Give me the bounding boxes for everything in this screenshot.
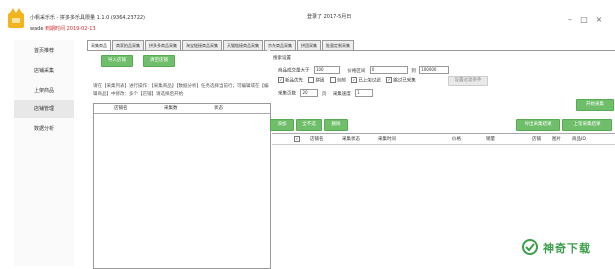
- filter-checkbox-row: ✓ 新品优先 拼团 包邮 ✓ 已上架过滤 ✓ 跳过已采集: [278, 77, 416, 84]
- listed-filter-checkbox[interactable]: ✓: [351, 77, 358, 83]
- col-image[interactable]: 图片: [552, 136, 561, 142]
- col-collect-state[interactable]: 采集状态: [342, 136, 360, 142]
- maximize-button[interactable]: □: [578, 14, 590, 26]
- title-bar: 小帆采乐乐 - 拼多多乐具限量 1.1.0 (9364.23722) wade …: [0, 0, 615, 38]
- group-checkbox[interactable]: [308, 77, 315, 83]
- listed-filter-label: 已上架过滤: [358, 78, 381, 84]
- skip-collected-label: 跳过已采集: [393, 78, 416, 84]
- price-min-input[interactable]: 0: [369, 66, 408, 74]
- sales-filter-row: 商品成交量大于 100 价格区间 0 到 100000: [278, 66, 450, 74]
- watermark-icon: [522, 239, 538, 255]
- col-collect-time[interactable]: 采集时间: [378, 136, 396, 142]
- export-results-button[interactable]: 导出采集结果: [516, 119, 560, 131]
- col-shop-name[interactable]: 店铺名: [114, 105, 128, 111]
- main-panel: 采集商品 商家拍品采集 拼多多商品采集 淘宝链接商品采集 天猫链接商品采集 京东…: [87, 40, 615, 269]
- new-first-label: 新品优先: [285, 78, 303, 84]
- new-first-checkbox[interactable]: ✓: [278, 77, 284, 83]
- col-shop[interactable]: 店铺名: [310, 136, 324, 142]
- col-collect-count[interactable]: 采集数: [164, 105, 178, 111]
- speed-label: 采集速度: [332, 91, 351, 97]
- sidebar-item-data-analysis[interactable]: 数据分析: [14, 120, 74, 138]
- deselect-all-button[interactable]: 全不选: [296, 119, 322, 131]
- col-status[interactable]: 状态: [214, 105, 223, 111]
- min-sales-input[interactable]: 100: [313, 66, 340, 74]
- shop-list-panel: 导入店铺 清空店铺 请在【采集列表】进行操作：【采集商品】【数据分析】任务选择当…: [87, 50, 271, 269]
- col-price[interactable]: 价格: [452, 136, 461, 142]
- sidebar-item-shop-manage[interactable]: 店铺管理: [14, 100, 74, 118]
- watermark-logo: 神奇下载: [521, 239, 601, 255]
- tab-bar: 采集商品 商家拍品采集 拼多多商品采集 淘宝链接商品采集 天猫链接商品采集 京东…: [87, 40, 355, 51]
- import-shop-button[interactable]: 导入店铺: [101, 55, 133, 67]
- group-label: 拼团: [315, 78, 325, 84]
- user-name: wade: [30, 26, 44, 32]
- filter-settings-button[interactable]: 设置过滤条件: [448, 76, 488, 86]
- expire-date: 到期时间 2019-02-13: [45, 26, 96, 32]
- login-time: 登录了 2017-5月日: [307, 14, 352, 20]
- start-collect-button[interactable]: 开始采集: [576, 99, 614, 111]
- app-logo-icon: [8, 8, 24, 28]
- price-range-label: 价格区间: [347, 68, 366, 74]
- free-ship-label: 包邮: [336, 78, 346, 84]
- sidebar-item-listed-goods[interactable]: 上架商品: [14, 82, 74, 100]
- shop-table-header: 店铺名 采集数 状态: [94, 104, 270, 114]
- page-count-input[interactable]: 20: [300, 89, 319, 97]
- free-ship-checkbox[interactable]: [329, 77, 336, 83]
- page-unit-label: 页: [321, 91, 327, 97]
- page-count-label: 采集页数: [278, 91, 296, 97]
- page-settings-row: 采集页数 20 页 采集速度 1: [278, 89, 374, 97]
- results-table-header: ✓ 店铺名 采集状态 采集时间 价格 销量 店铺 图片 商品ID: [272, 134, 615, 145]
- select-all-checkbox[interactable]: ✓: [294, 136, 300, 142]
- add-button[interactable]: 添加: [270, 119, 294, 131]
- col-sales[interactable]: 销量: [486, 136, 495, 142]
- usage-hint: 请在【采集列表】进行操作：【采集商品】【数据分析】任务选择当前行，可编辑或在【编…: [93, 84, 269, 97]
- list-results-button[interactable]: 上架采集结果: [562, 119, 612, 131]
- price-to-label: 到: [411, 68, 416, 74]
- minimize-button[interactable]: –: [564, 14, 576, 26]
- sidebar-item-shop-collect[interactable]: 店铺采集: [14, 62, 74, 80]
- col-store[interactable]: 店铺: [532, 136, 541, 142]
- close-button[interactable]: ×: [593, 14, 605, 26]
- min-sales-label: 商品成交量大于: [278, 68, 310, 74]
- section-title: 搜索设置: [273, 56, 291, 61]
- sidebar: 首页推荐 店铺采集 上架商品 店铺管理 数据分析: [14, 40, 74, 266]
- delete-button[interactable]: 删除: [324, 119, 348, 131]
- search-settings-panel: 搜索设置 商品成交量大于 100 价格区间 0 到 100000 ✓ 新品优先 拼…: [270, 50, 615, 267]
- window-title: 小帆采乐乐 - 拼多多乐具限量 1.1.0 (9364.23722): [30, 15, 146, 21]
- skip-collected-checkbox[interactable]: ✓: [386, 77, 393, 83]
- watermark-text: 神奇下载: [543, 242, 591, 255]
- price-max-input[interactable]: 100000: [419, 66, 450, 74]
- clear-shop-button[interactable]: 清空店铺: [143, 55, 175, 67]
- shop-table[interactable]: 店铺名 采集数 状态: [93, 103, 271, 269]
- sidebar-item-home[interactable]: 首页推荐: [14, 42, 74, 60]
- user-info: wade 到期时间 2019-02-13: [30, 25, 96, 32]
- col-product-id[interactable]: 商品ID: [572, 136, 586, 142]
- speed-input[interactable]: 1: [355, 89, 374, 97]
